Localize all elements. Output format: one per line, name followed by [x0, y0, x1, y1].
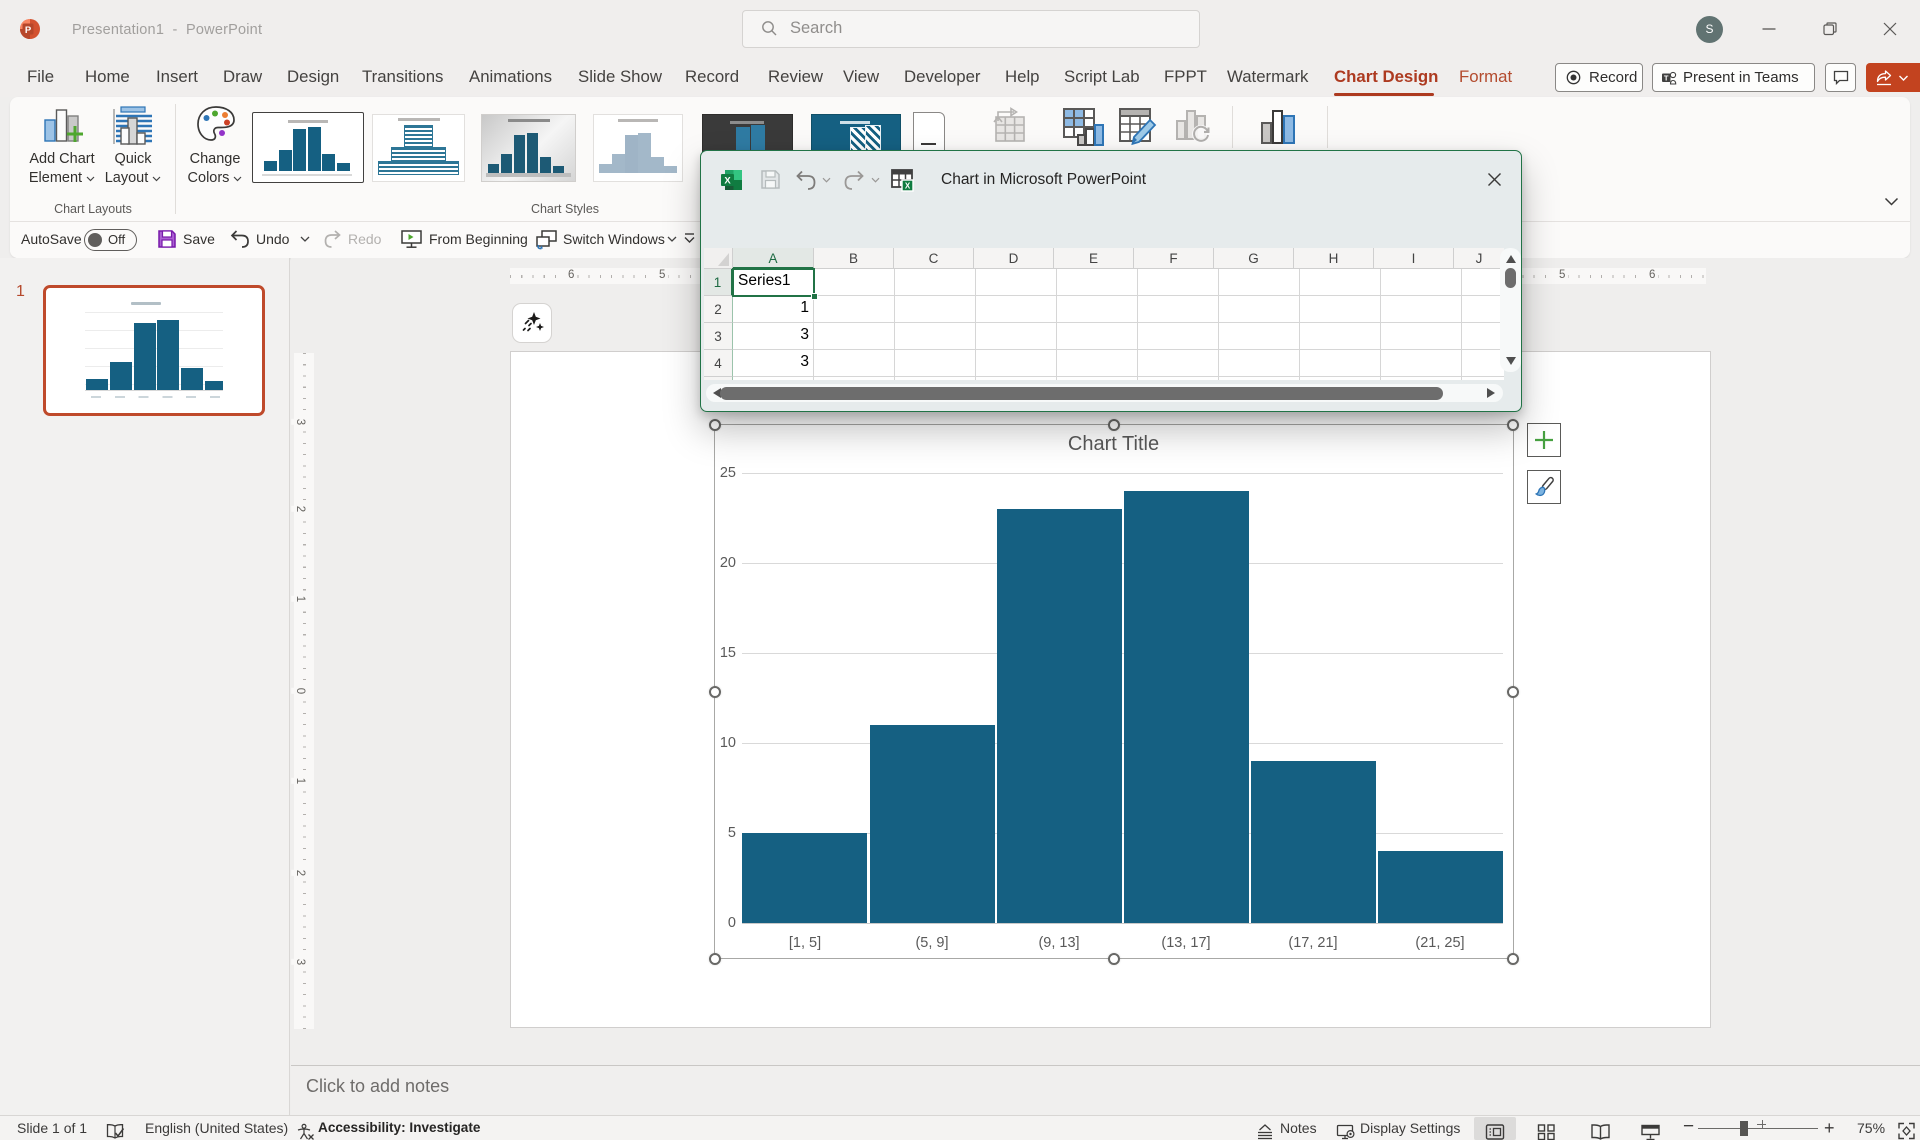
- svg-text:T: T: [1664, 73, 1669, 82]
- svg-text:P: P: [25, 25, 32, 36]
- svg-text:X: X: [905, 182, 911, 191]
- svg-text:X: X: [724, 176, 731, 187]
